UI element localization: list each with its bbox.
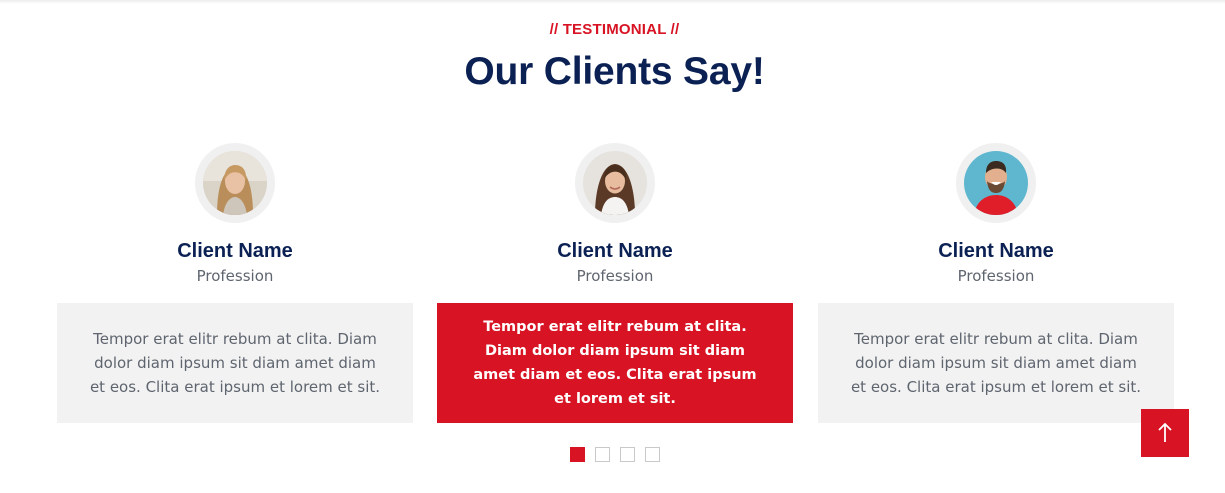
testimonial-quote: Tempor erat elitr rebum at clita. Diam d… <box>57 303 413 423</box>
carousel-dots <box>570 447 660 462</box>
client-name: Client Name <box>557 240 673 262</box>
client-photo-woman-blonde <box>203 151 267 215</box>
arrow-up-icon <box>1158 422 1172 442</box>
client-photo-man-laughing <box>964 151 1028 215</box>
testimonial-quote: Tempor erat elitr rebum at clita. Diam d… <box>437 303 793 423</box>
carousel-dot-2[interactable] <box>595 447 610 462</box>
section-title: Our Clients Say! <box>464 50 765 93</box>
client-profession: Profession <box>576 267 654 285</box>
section-eyebrow: // TESTIMONIAL // <box>549 21 680 38</box>
back-to-top-button[interactable] <box>1141 409 1189 457</box>
testimonial-card: Client Name Profession Tempor erat elitr… <box>57 143 413 423</box>
carousel-dot-1[interactable] <box>570 447 585 462</box>
avatar <box>575 143 655 223</box>
avatar <box>956 143 1036 223</box>
testimonial-quote: Tempor erat elitr rebum at clita. Diam d… <box>818 303 1174 423</box>
header-shadow <box>0 0 1225 4</box>
client-name: Client Name <box>938 240 1054 262</box>
carousel-dot-3[interactable] <box>620 447 635 462</box>
client-photo-woman-brunette <box>583 151 647 215</box>
client-profession: Profession <box>957 267 1035 285</box>
client-name: Client Name <box>177 240 293 262</box>
client-profession: Profession <box>196 267 274 285</box>
avatar <box>195 143 275 223</box>
testimonial-card: Client Name Profession Tempor erat elitr… <box>818 143 1174 423</box>
testimonial-card-active: Client Name Profession Tempor erat elitr… <box>437 143 793 423</box>
carousel-dot-4[interactable] <box>645 447 660 462</box>
